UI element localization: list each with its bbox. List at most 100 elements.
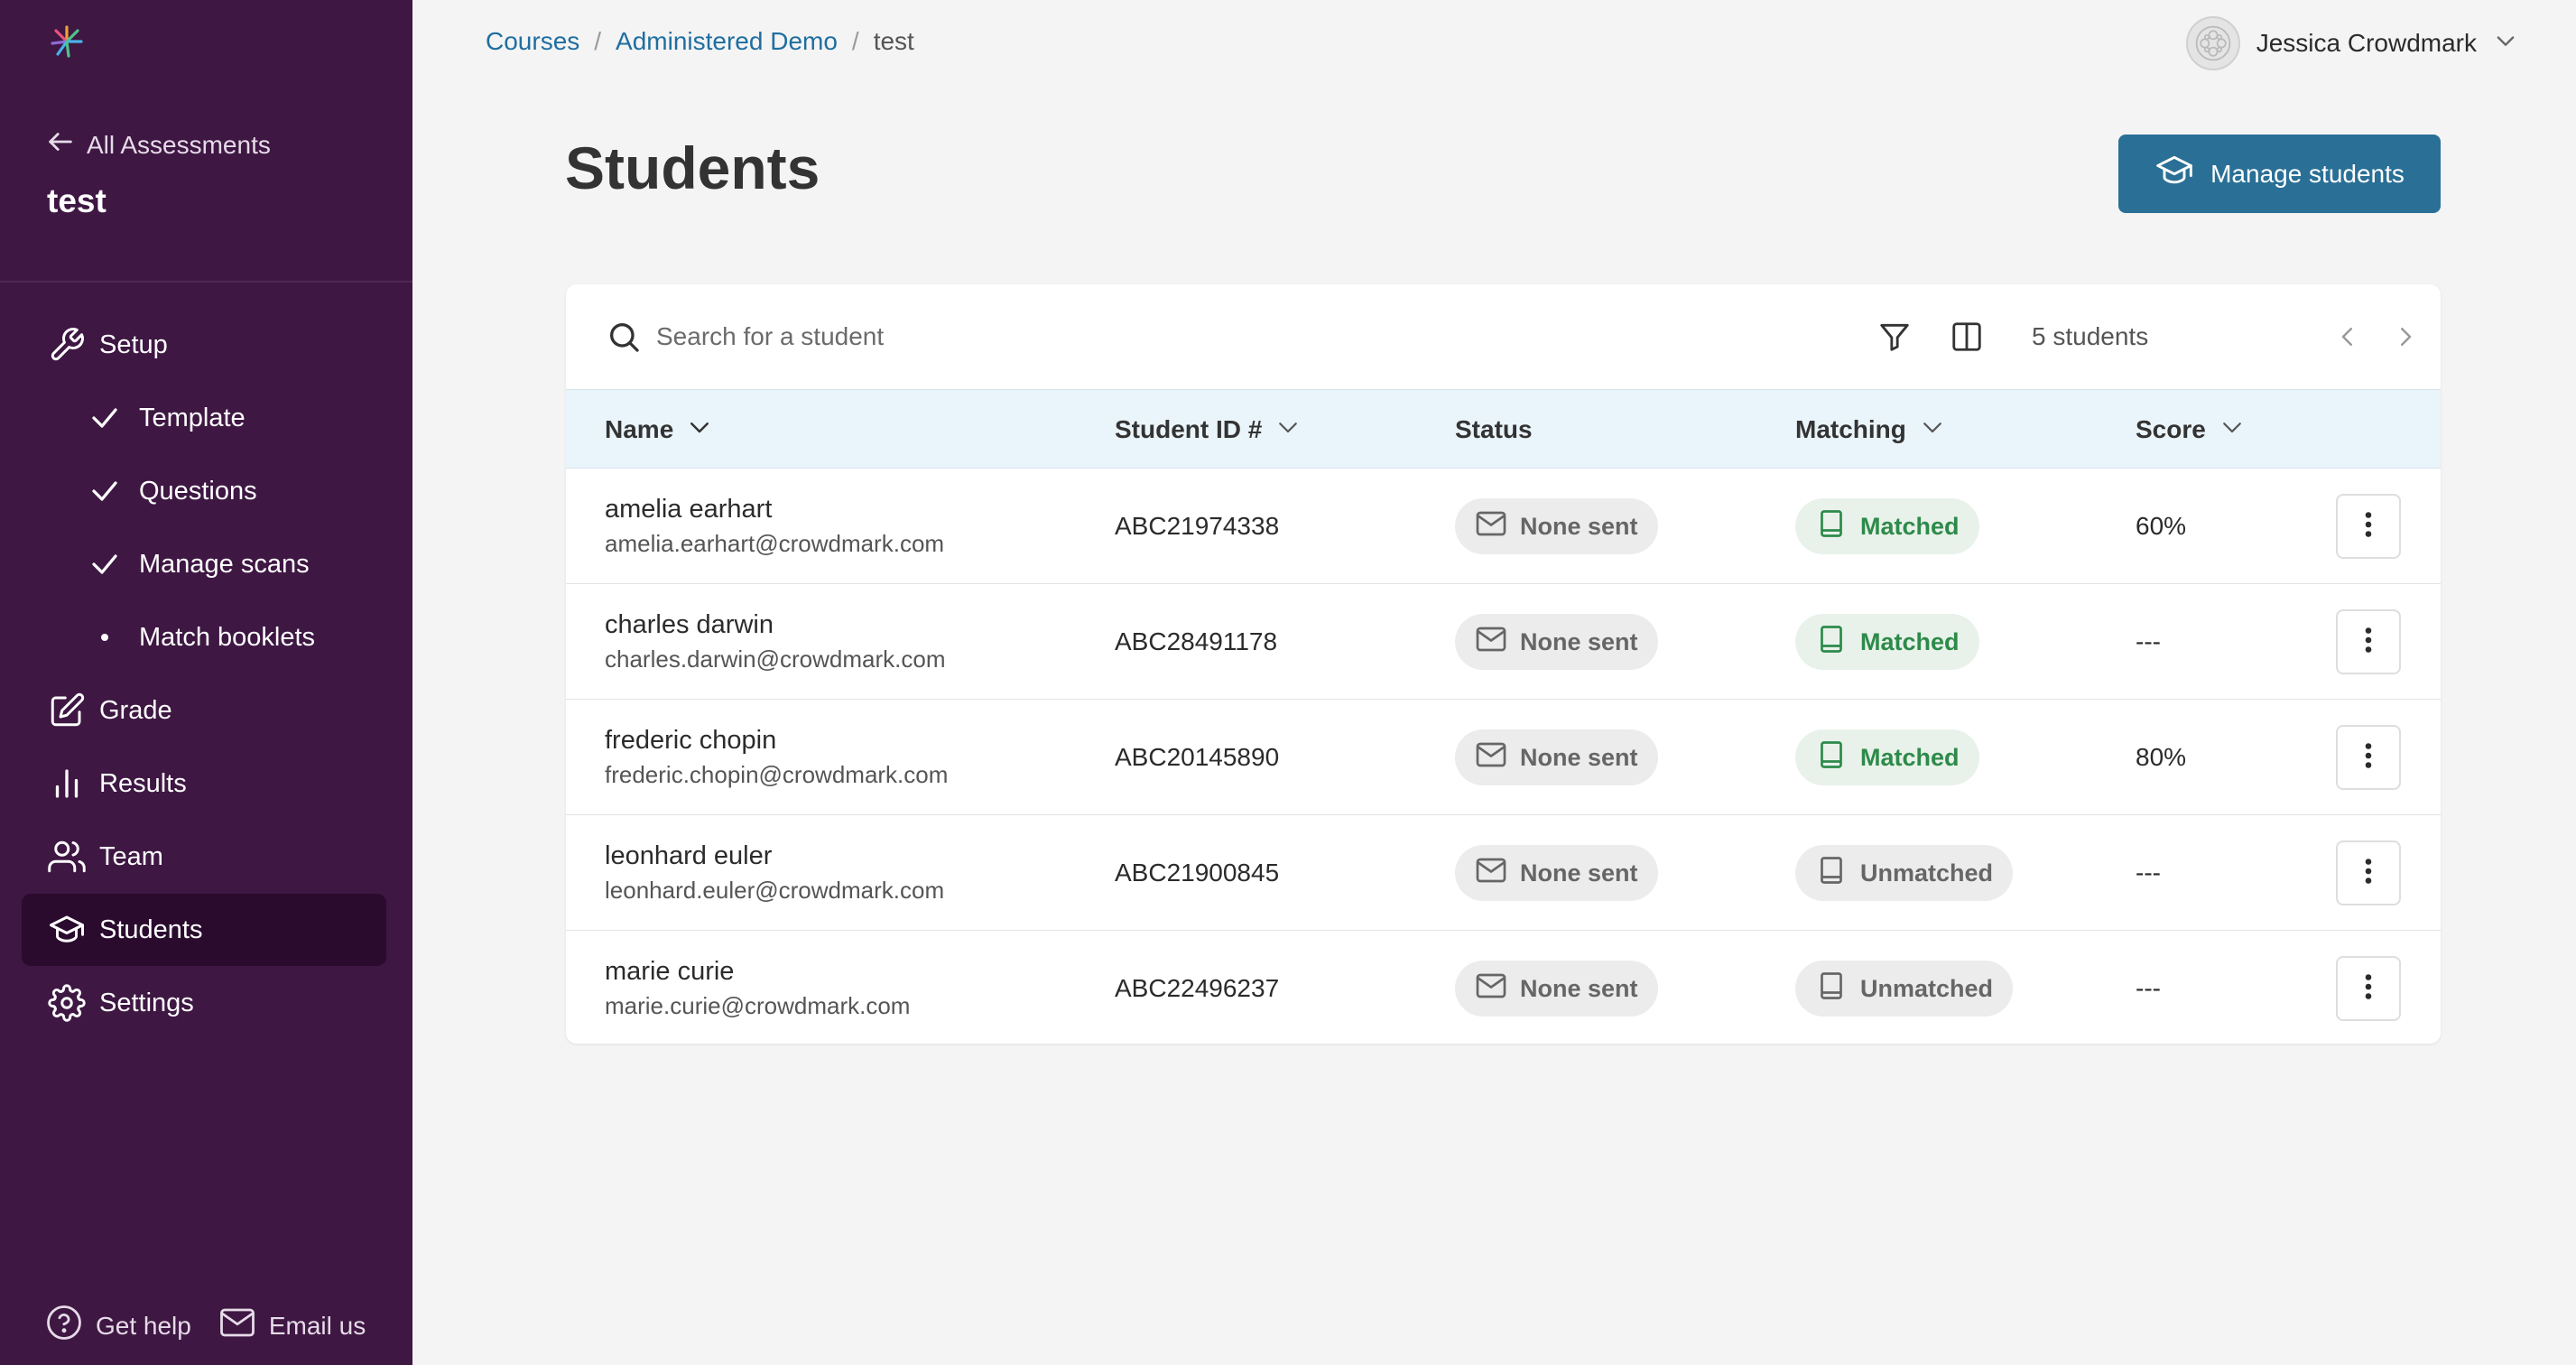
sidebar-item-setup[interactable]: Setup (22, 309, 386, 381)
columns-icon[interactable] (1947, 317, 1987, 357)
sidebar-item-label: Students (99, 915, 203, 944)
sidebar-item-label: Results (99, 768, 187, 798)
sidebar-item-label: Manage scans (139, 549, 310, 579)
students-table-card: 5 students Name Student ID # Status Matc… (566, 284, 2441, 1044)
status-badge: None sent (1455, 729, 1658, 785)
sidebar-item-results[interactable]: Results (22, 748, 386, 820)
student-email: marie.curie@crowdmark.com (605, 992, 911, 1019)
row-actions-button[interactable] (2336, 609, 2401, 674)
bullet-icon (87, 618, 123, 657)
breadcrumb: Courses / Administered Demo / test (486, 27, 914, 56)
name-cell: leonhard euler leonhard.euler@crowdmark.… (605, 815, 944, 931)
sidebar-item-grade[interactable]: Grade (22, 674, 386, 747)
chevron-down-icon (1274, 413, 1302, 447)
row-actions-button[interactable] (2336, 840, 2401, 905)
student-id: ABC20145890 (1115, 743, 1280, 771)
status-label: None sent (1520, 974, 1638, 1002)
matching-label: Unmatched (1860, 974, 1994, 1002)
matching-label: Unmatched (1860, 859, 1994, 887)
user-menu[interactable]: Jessica Crowdmark (2185, 16, 2518, 70)
wrench-icon (47, 325, 87, 365)
breadcrumb-separator: / (594, 27, 602, 55)
table-row[interactable]: charles darwin charles.darwin@crowdmark.… (566, 584, 2441, 700)
matching-label: Matched (1860, 512, 1960, 540)
kebab-menu-icon (2352, 624, 2385, 661)
row-actions-button[interactable] (2336, 956, 2401, 1021)
manage-students-button[interactable]: Manage students (2118, 135, 2441, 213)
status-cell: None sent (1455, 815, 1658, 931)
column-header-student-id[interactable]: Student ID # (1115, 390, 1302, 469)
check-icon (87, 544, 123, 584)
mail-icon (1475, 738, 1507, 777)
sidebar-item-team[interactable]: Team (22, 821, 386, 893)
matching-badge: Unmatched (1795, 961, 2014, 1017)
column-label: Name (605, 415, 674, 443)
arrow-left-icon (45, 126, 76, 163)
crowdmark-logo[interactable] (47, 22, 87, 61)
users-icon (47, 837, 87, 877)
table-row[interactable]: frederic chopin frederic.chopin@crowdmar… (566, 700, 2441, 815)
search-icon (606, 319, 642, 355)
table-row[interactable]: leonhard euler leonhard.euler@crowdmark.… (566, 815, 2441, 931)
sidebar-item-settings[interactable]: Settings (22, 967, 386, 1039)
book-icon (1815, 623, 1848, 662)
email-us-link[interactable]: Email us (218, 1304, 366, 1348)
column-header-score[interactable]: Score (2136, 390, 2246, 469)
avatar (2185, 16, 2240, 70)
chevron-right-icon[interactable] (2387, 319, 2423, 355)
student-name: frederic chopin (605, 726, 777, 755)
column-header-name[interactable]: Name (605, 390, 713, 469)
matching-badge: Matched (1795, 614, 1979, 670)
matching-cell: Unmatched (1795, 931, 2014, 1044)
sidebar-item-template[interactable]: Template (22, 382, 386, 454)
sidebar-item-manage-scans[interactable]: Manage scans (22, 528, 386, 600)
column-header-matching[interactable]: Matching (1795, 390, 1946, 469)
sidebar-divider (0, 281, 412, 283)
sidebar-footer: Get help Email us (45, 1304, 393, 1348)
student-email: leonhard.euler@crowdmark.com (605, 877, 945, 904)
student-email: amelia.earhart@crowdmark.com (605, 530, 945, 557)
matching-badge: Unmatched (1795, 845, 2014, 901)
student-id: ABC28491178 (1115, 627, 1278, 655)
filter-icon[interactable] (1875, 317, 1914, 357)
search-input[interactable] (656, 313, 1469, 360)
matching-cell: Matched (1795, 469, 1979, 584)
matching-cell: Unmatched (1795, 815, 2014, 931)
help-circle-icon (45, 1304, 83, 1348)
sidebar-item-match-booklets[interactable]: Match booklets (22, 601, 386, 673)
student-count: 5 students (2032, 322, 2149, 350)
score-value: --- (2136, 974, 2161, 1002)
check-icon (87, 398, 123, 438)
score-value: --- (2136, 627, 2161, 655)
status-label: None sent (1520, 743, 1638, 771)
sidebar: All Assessments test Setup Template Ques… (0, 0, 412, 1365)
check-icon (87, 471, 123, 511)
breadcrumb-courses[interactable]: Courses (486, 27, 579, 56)
get-help-link[interactable]: Get help (45, 1304, 191, 1348)
status-cell: None sent (1455, 931, 1658, 1044)
row-actions-button[interactable] (2336, 494, 2401, 559)
row-actions-button[interactable] (2336, 725, 2401, 790)
book-icon (1815, 854, 1848, 893)
graduation-cap-icon (47, 910, 87, 950)
sidebar-item-label: Team (99, 841, 163, 871)
chevron-left-icon[interactable] (2330, 319, 2366, 355)
breadcrumb-course[interactable]: Administered Demo (616, 27, 838, 56)
sidebar-item-students[interactable]: Students (22, 894, 386, 966)
gear-icon (47, 983, 87, 1023)
sidebar-item-label: Questions (139, 476, 257, 506)
table-row[interactable]: amelia earhart amelia.earhart@crowdmark.… (566, 469, 2441, 584)
student-id: ABC21900845 (1115, 859, 1280, 887)
status-badge: None sent (1455, 961, 1658, 1017)
mail-icon (1475, 854, 1507, 893)
matching-badge: Matched (1795, 498, 1979, 554)
sidebar-item-questions[interactable]: Questions (22, 455, 386, 527)
all-assessments-label: All Assessments (87, 130, 271, 159)
table-row[interactable]: marie curie marie.curie@crowdmark.com AB… (566, 931, 2441, 1044)
all-assessments-link[interactable]: All Assessments (45, 126, 271, 163)
breadcrumb-current: test (873, 27, 914, 55)
name-cell: marie curie marie.curie@crowdmark.com (605, 931, 910, 1044)
matching-cell: Matched (1795, 700, 1979, 815)
breadcrumb-separator: / (851, 27, 859, 55)
status-cell: None sent (1455, 584, 1658, 700)
